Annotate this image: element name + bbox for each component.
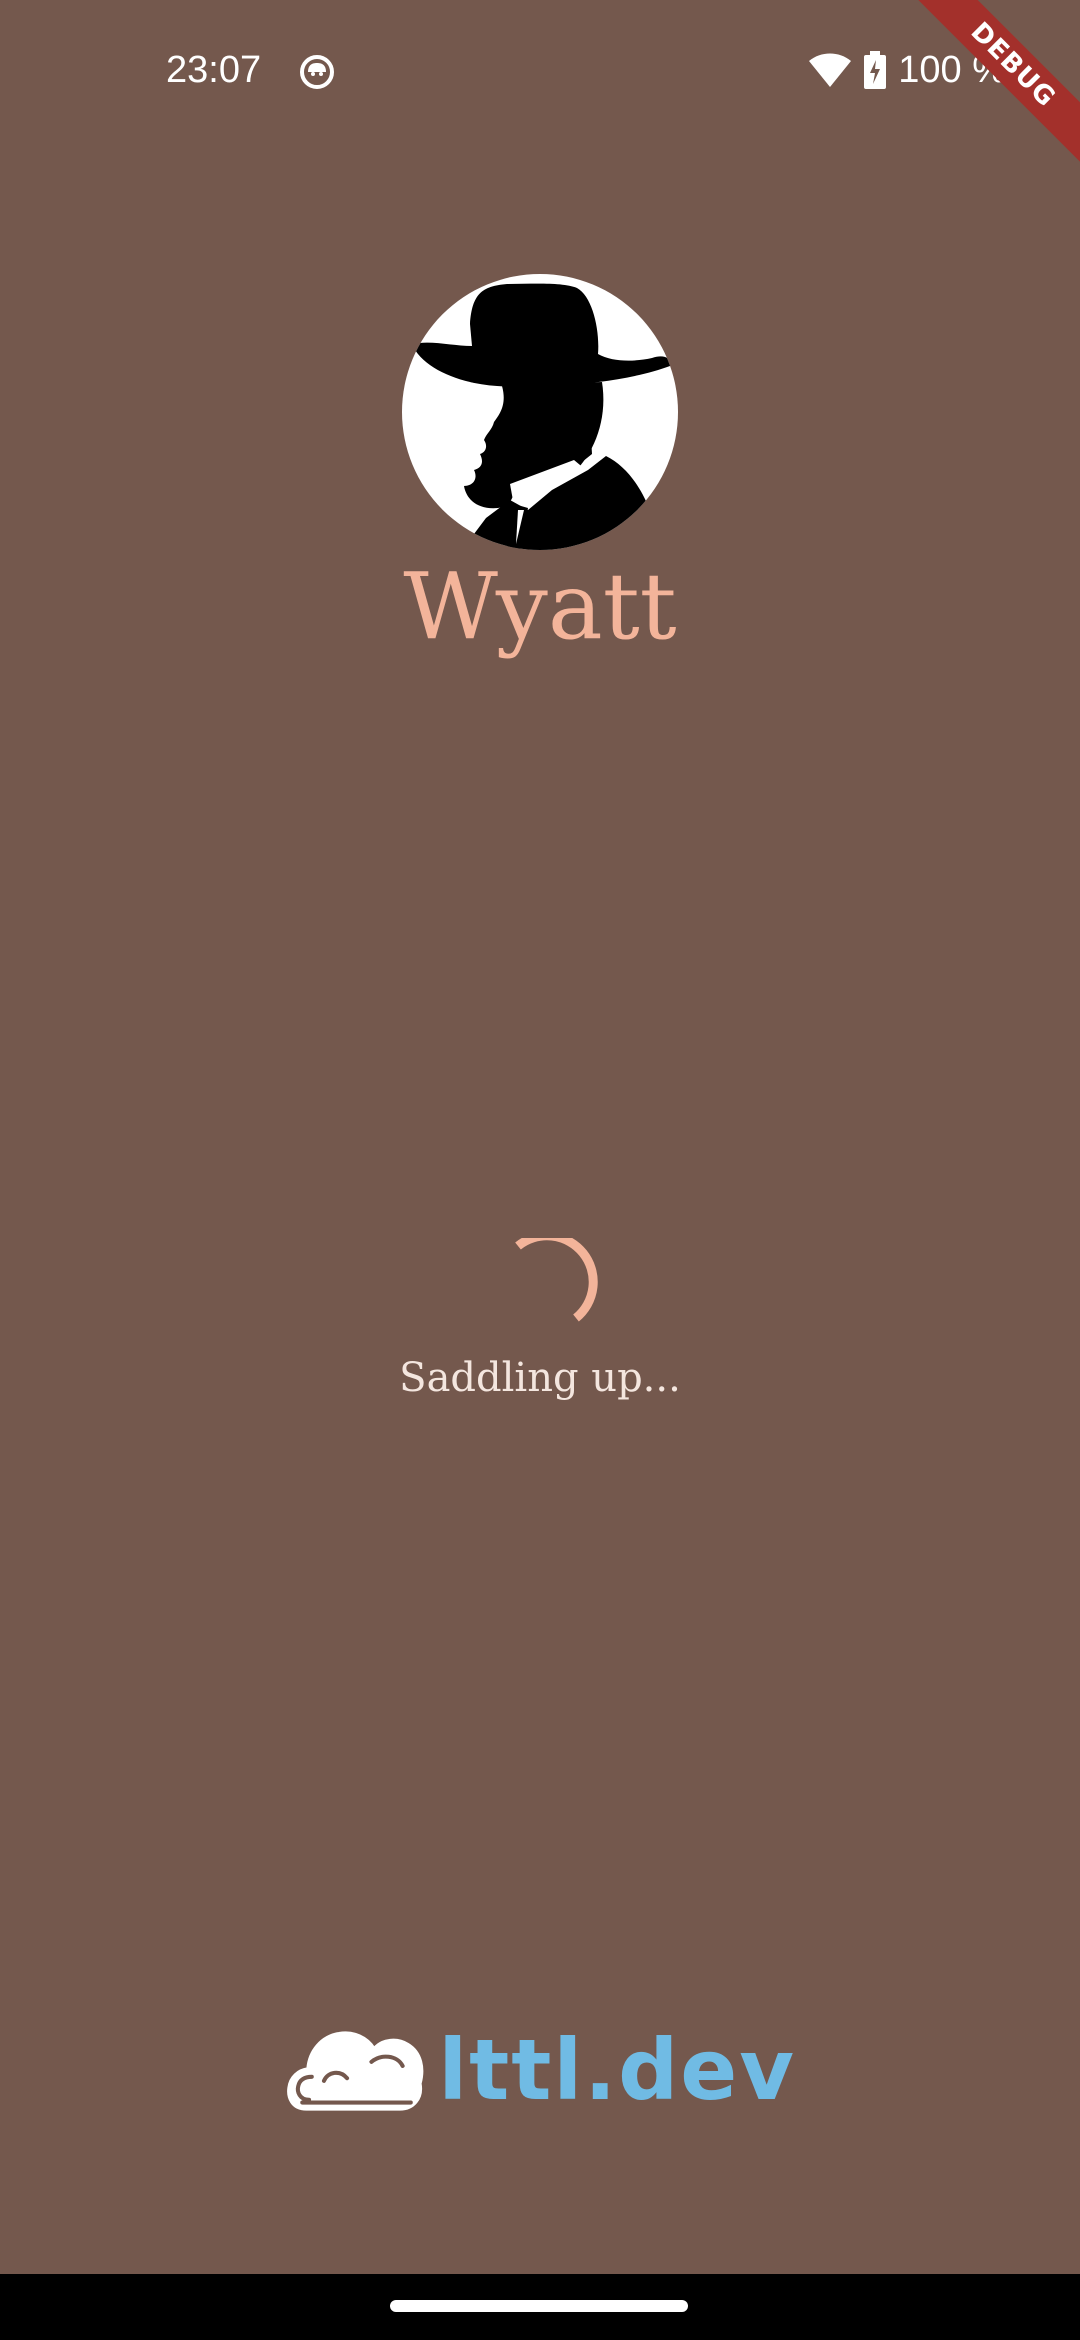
wifi-icon [809, 53, 852, 87]
logo-text: lttl.dev [438, 2021, 796, 2119]
cloud-icon [287, 2031, 424, 2111]
home-gesture-handle[interactable] [390, 2300, 688, 2312]
status-time: 23:07 [166, 49, 262, 91]
battery-charging-icon [864, 51, 887, 89]
lttl-dev-logo: lttl.dev [286, 2002, 796, 2138]
splash-screen: 23:07 100 % DEBUG Wyatt Saddling up... l… [0, 0, 1080, 2274]
cat-face-icon [298, 52, 336, 90]
loading-text: Saddling up... [399, 1355, 681, 1401]
progress-spinner-icon [515, 1238, 598, 1322]
app-name: Wyatt [403, 553, 677, 660]
cowboy-silhouette-icon [402, 274, 678, 550]
